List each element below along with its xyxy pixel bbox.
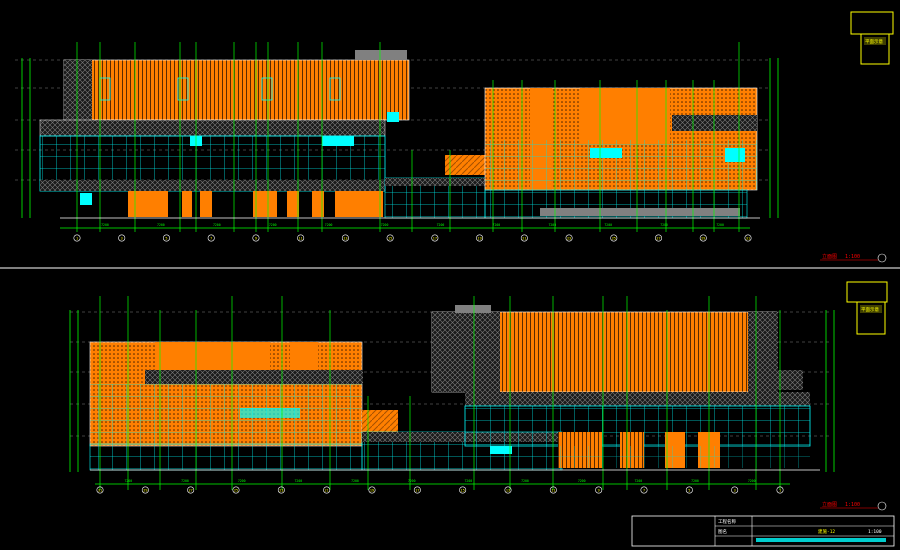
title-block-scale: 1:100: [868, 529, 882, 535]
dimension-label: 7200: [408, 479, 416, 483]
axis-bubble-label: 11: [299, 236, 303, 240]
upper-axis-bubbles: 1 3 5 7 9 11 13 15 17 19 21 23 25 27 29 31: [73, 234, 752, 242]
dimension-label: 7200: [213, 223, 221, 227]
dimension-label: 7200: [464, 479, 472, 483]
upper-caption-text: 立面图: [822, 253, 837, 260]
upper-elevation: 1 3 5 7 9 11 13 15 17 19 21 23 25 27 29 31 7200 7200 7200…: [15, 11, 894, 263]
axis-bubble-label: 23: [567, 236, 571, 240]
axis-bubble-label: 23: [279, 488, 283, 492]
axis-bubble-label: 3: [734, 488, 736, 492]
axis-bubble-label: 19: [477, 236, 481, 240]
axis-bubble-label: 3: [121, 236, 123, 240]
title-block-drawing-no: 建施-12: [818, 528, 835, 535]
axis-bubble-label: 27: [656, 236, 660, 240]
axis-bubble-label: 15: [388, 236, 392, 240]
dimension-label: 7200: [660, 223, 668, 227]
axis-bubble-label: 27: [189, 488, 193, 492]
dimension-label: 7200: [269, 223, 277, 227]
dimension-label: 7200: [437, 223, 445, 227]
lower-axis-bubbles: 31 29 27 25 23 21 19 17 15 13 11 9 7 5 3 1: [96, 486, 784, 494]
dimension-label: 7200: [521, 479, 529, 483]
dimension-label: 7200: [351, 479, 359, 483]
lower-elevation: 31 29 27 25 23 21 19 17 15 13 11 9 7 5 3 1 7200 7200 7200…: [69, 281, 888, 511]
dimension-label: 7200: [157, 223, 165, 227]
lower-caption-scale: 1:100: [845, 502, 860, 508]
lower-caption-text: 立面图: [822, 501, 837, 508]
axis-bubble-label: 21: [522, 236, 526, 240]
dimension-label: 7200: [578, 479, 586, 483]
title-block: 工程名称 图名 建施-12 1:100: [631, 515, 895, 547]
cad-elevation-drawing: 1 3 5 7 9 11 13 15 17 19 21 23 25 27 29 31 7200 7200 7200…: [0, 11, 900, 547]
title-block-project-label: 工程名称: [718, 518, 736, 525]
upper-dimension-labels: 7200 7200 7200 7200 7200 7200 7200 7200 7200 7200…: [101, 223, 724, 227]
axis-bubble-label: 13: [506, 488, 510, 492]
axis-bubble-label: 9: [598, 488, 600, 492]
axis-bubble-label: 21: [325, 488, 329, 492]
dimension-label: 7200: [181, 479, 189, 483]
dimension-label: 7200: [381, 223, 389, 227]
axis-bubble-label: 15: [461, 488, 465, 492]
dimension-label: 7200: [325, 223, 333, 227]
axis-bubble-label: 29: [143, 488, 147, 492]
lower-dimension-labels: 7200 7200 7200 7200 7200 7200 7200 7200 7200 7200…: [124, 479, 755, 483]
dimension-label: 7200: [294, 479, 302, 483]
dimension-label: 7200: [748, 479, 756, 483]
axis-bubble-label: 9: [255, 236, 257, 240]
dimension-label: 7200: [716, 223, 724, 227]
dimension-label: 7200: [604, 223, 612, 227]
upper-caption-scale: 1:100: [845, 254, 860, 260]
upper-key-plan: 平面示意: [850, 11, 894, 65]
axis-bubble-label: 11: [551, 488, 555, 492]
axis-bubble-label: 31: [98, 488, 102, 492]
axis-bubble-label: 5: [165, 236, 167, 240]
upper-key-plan-label: 平面示意: [865, 38, 883, 45]
dimension-label: 7200: [691, 479, 699, 483]
axis-bubble-label: 17: [415, 488, 419, 492]
axis-bubble-label: 7: [643, 488, 645, 492]
dimension-label: 7200: [493, 223, 501, 227]
axis-bubble-label: 25: [234, 488, 238, 492]
axis-bubble-label: 1: [779, 488, 781, 492]
axis-bubble-label: 19: [370, 488, 374, 492]
upper-elevation-caption: 立面图 1:100: [820, 253, 887, 263]
lower-key-plan: 平面示意: [846, 281, 888, 335]
dimension-label: 7200: [124, 479, 132, 483]
dimension-label: 7200: [238, 479, 246, 483]
axis-bubble-label: 31: [746, 236, 750, 240]
dimension-label: 7200: [548, 223, 556, 227]
axis-bubble-label: 29: [701, 236, 705, 240]
title-block-drawing-label: 图名: [718, 528, 727, 535]
dimension-label: 7200: [101, 223, 109, 227]
axis-bubble-label: 7: [210, 236, 212, 240]
axis-bubble-label: 5: [688, 488, 690, 492]
axis-bubble-label: 17: [433, 236, 437, 240]
lower-elevation-caption: 立面图 1:100: [820, 501, 887, 511]
axis-bubble-label: 1: [76, 236, 78, 240]
axis-bubble-label: 25: [612, 236, 616, 240]
lower-key-plan-label: 平面示意: [861, 306, 879, 313]
axis-bubble-label: 13: [343, 236, 347, 240]
dimension-label: 7200: [634, 479, 642, 483]
